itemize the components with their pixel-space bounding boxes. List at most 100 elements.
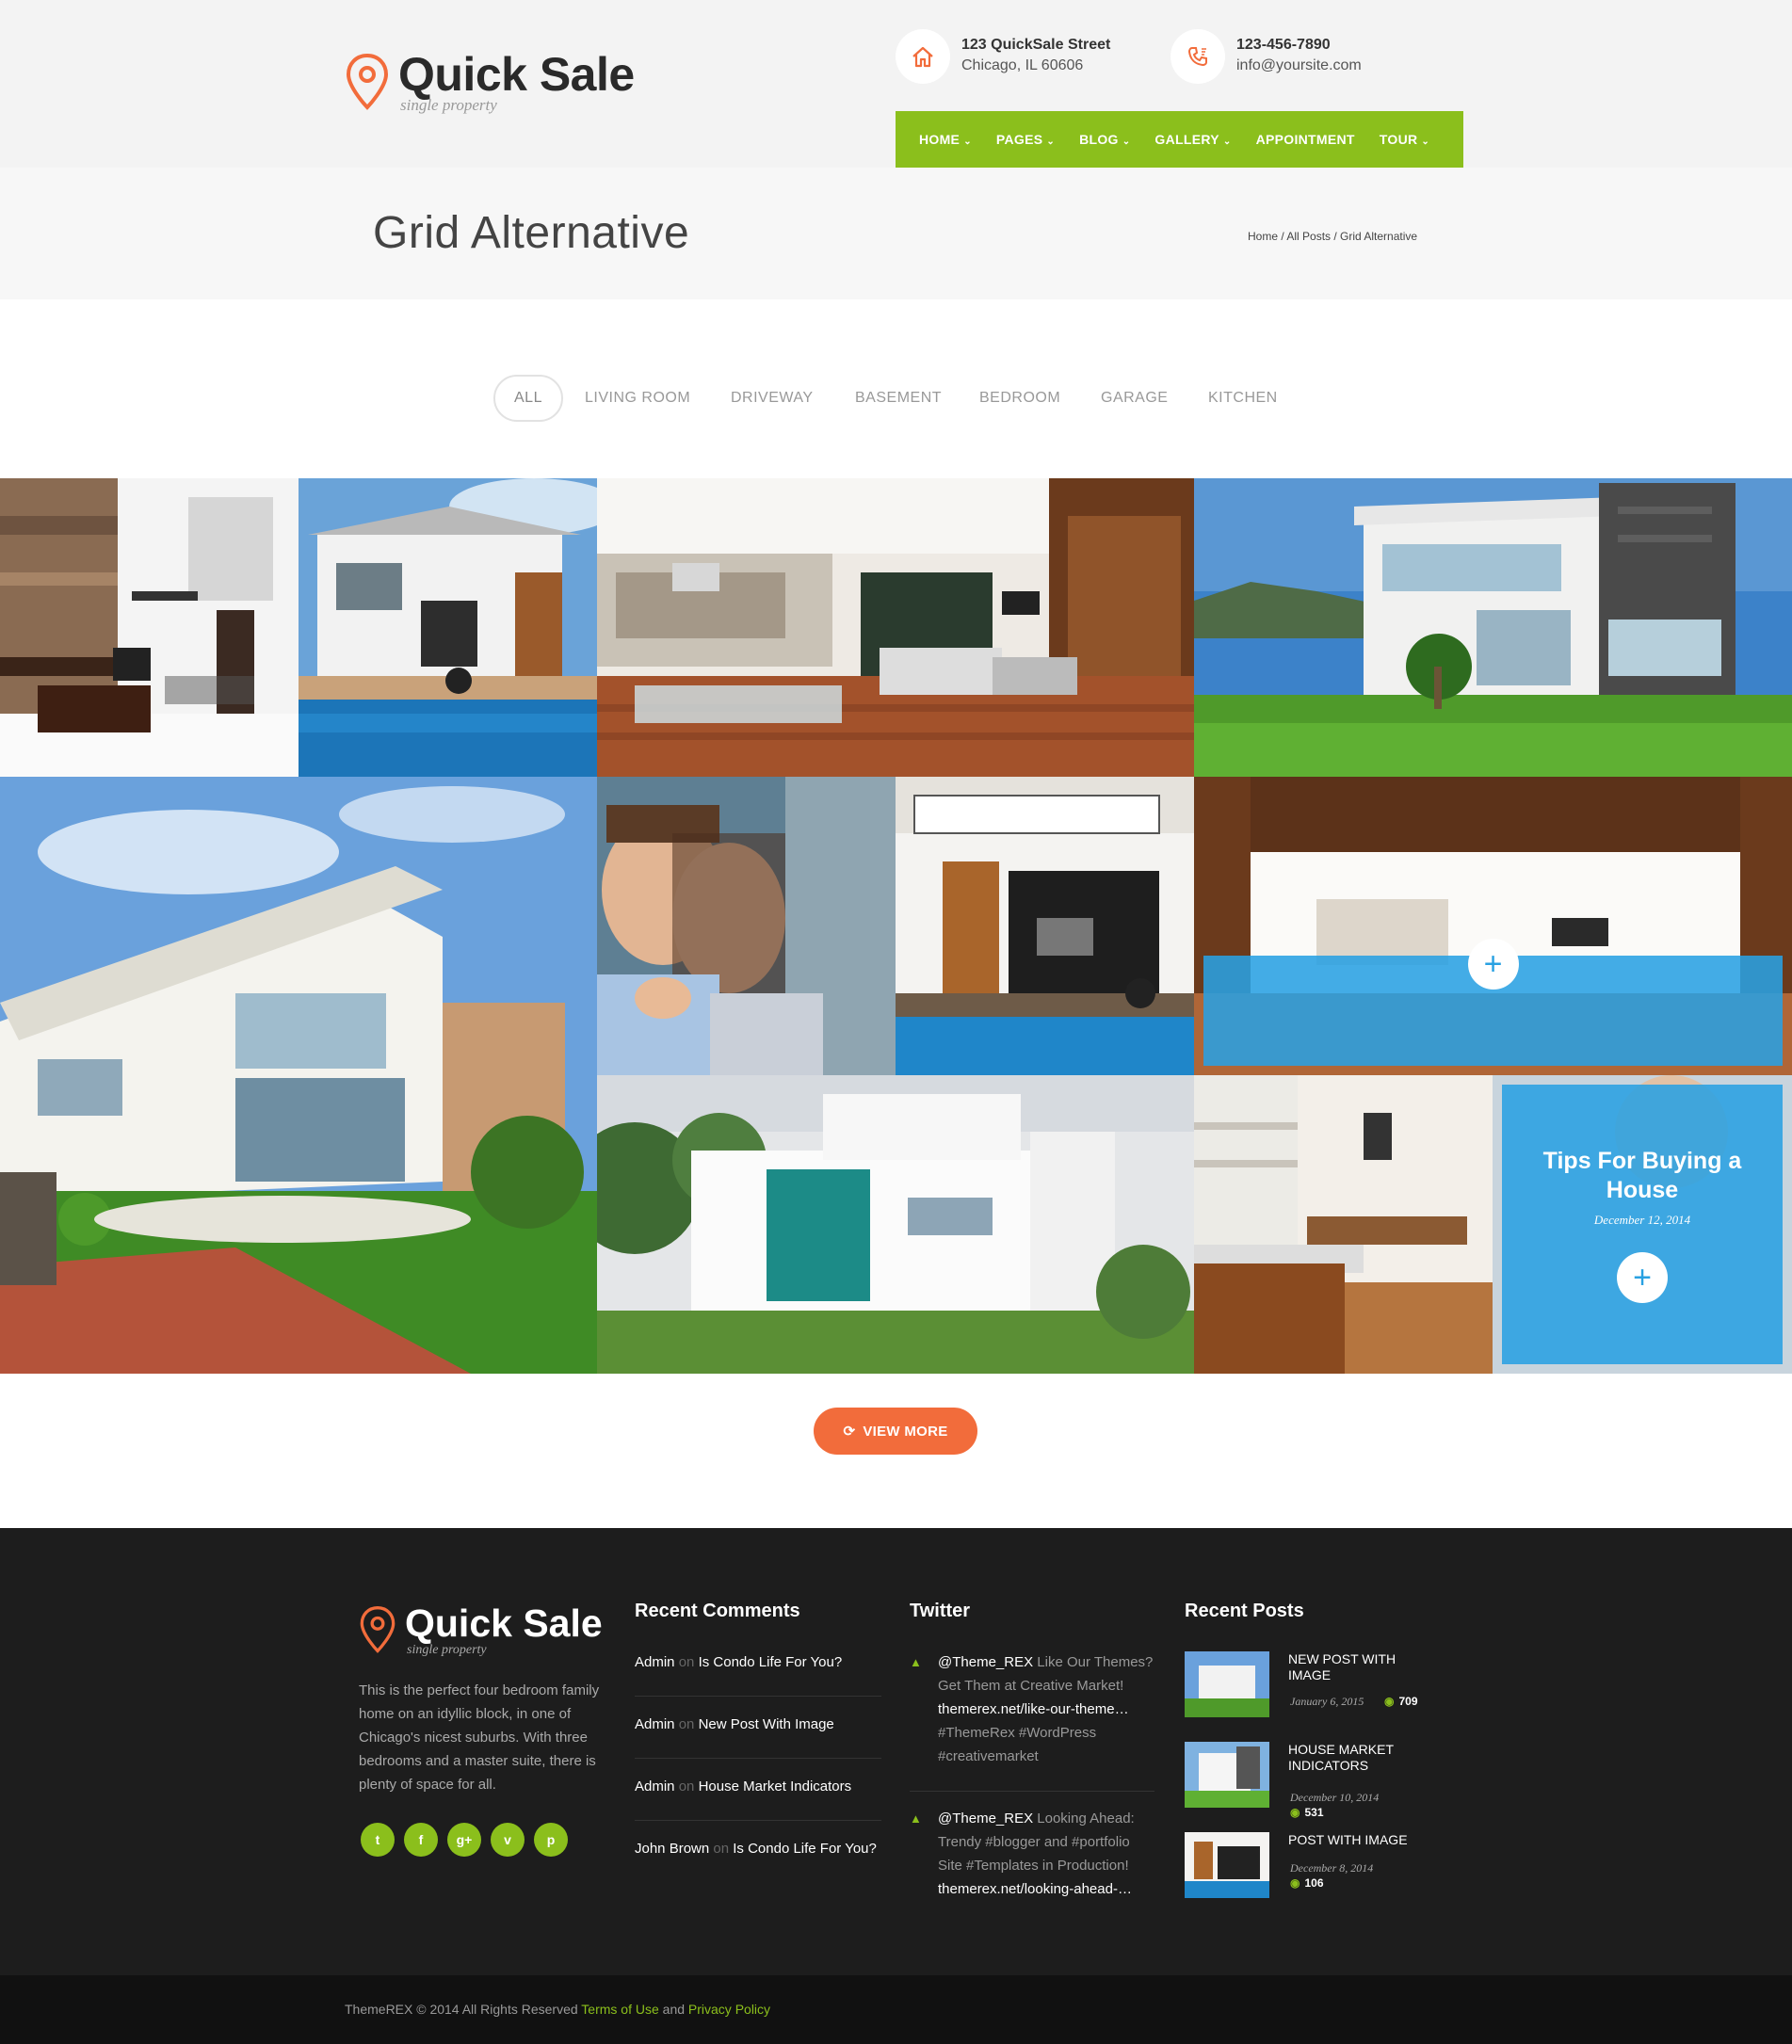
gallery-item[interactable]: [597, 478, 1194, 777]
recent-posts-heading: Recent Posts: [1185, 1601, 1304, 1621]
eye-icon: ◉: [1290, 1876, 1300, 1890]
gallery-filters: ALL LIVING ROOM DRIVEWAY BASEMENT BEDROO…: [0, 375, 1792, 422]
breadcrumb[interactable]: Home / All Posts / Grid Alternative: [1248, 230, 1417, 243]
site-logo[interactable]: Quick Sale single property: [345, 47, 646, 122]
comment-author[interactable]: Admin: [635, 1654, 675, 1670]
plus-icon[interactable]: +: [1467, 939, 1519, 990]
tweet-link[interactable]: themerex.net/like-our-theme…: [938, 1701, 1129, 1717]
comment-post-link[interactable]: House Market Indicators: [699, 1778, 852, 1795]
filter-driveway[interactable]: DRIVEWAY: [731, 375, 814, 422]
filter-living-room[interactable]: LIVING ROOM: [585, 375, 690, 422]
gallery-item-hover[interactable]: +: [1194, 777, 1792, 1075]
post-title[interactable]: POST WITH IMAGE: [1288, 1832, 1439, 1848]
gallery-item[interactable]: [1194, 1075, 1493, 1374]
filter-all[interactable]: ALL: [493, 375, 563, 422]
comment-author[interactable]: Admin: [635, 1716, 675, 1732]
email-address[interactable]: info@yoursite.com: [1236, 57, 1362, 74]
hover-overlay: +: [1203, 939, 1783, 1066]
tweet-handle[interactable]: @Theme_REX: [938, 1654, 1033, 1670]
page-title: Grid Alternative: [373, 208, 690, 258]
post-thumbnail[interactable]: [1185, 1832, 1269, 1898]
twitter-icon[interactable]: t: [361, 1823, 395, 1857]
post-thumbnail[interactable]: [1185, 1651, 1269, 1717]
copyright-bar: ThemeREX © 2014 All Rights Reserved Term…: [0, 1975, 1792, 2044]
gallery-item[interactable]: [597, 1075, 1194, 1374]
chevron-down-icon: ⌄: [1421, 137, 1430, 147]
privacy-link[interactable]: Privacy Policy: [688, 2002, 770, 2017]
vimeo-icon[interactable]: v: [491, 1823, 525, 1857]
terms-link[interactable]: Terms of Use: [581, 2002, 658, 2017]
post-views: ◉ 531: [1290, 1806, 1324, 1819]
chevron-down-icon: ⌄: [1122, 137, 1131, 147]
filter-basement[interactable]: BASEMENT: [855, 375, 942, 422]
comment-author[interactable]: Admin: [635, 1778, 675, 1795]
copyright-and: and: [662, 2002, 686, 2017]
post-title[interactable]: Tips For Buying a House: [1534, 1147, 1751, 1205]
modern-house-photo: [1194, 478, 1792, 777]
comment-on: on: [678, 1778, 695, 1795]
post-title[interactable]: HOUSE MARKET INDICATORS: [1288, 1742, 1439, 1774]
gallery-item[interactable]: [896, 777, 1194, 1075]
site-header: Quick Sale single property 123 QuickSale…: [0, 0, 1792, 168]
plus-icon[interactable]: +: [1617, 1251, 1668, 1303]
gallery-item[interactable]: [597, 777, 896, 1075]
couple-keys-photo: [597, 777, 896, 1075]
portfolio-grid: + Tips For Buying a House December 12, 2…: [0, 478, 1792, 1374]
filter-bedroom[interactable]: BEDROOM: [979, 375, 1060, 422]
comment-post-link[interactable]: Is Condo Life For You?: [733, 1841, 877, 1857]
facebook-icon[interactable]: f: [404, 1823, 438, 1857]
eye-icon: ◉: [1290, 1806, 1300, 1819]
gallery-item[interactable]: [1194, 478, 1792, 777]
nav-pages[interactable]: PAGES ⌄: [996, 132, 1055, 147]
post-title[interactable]: NEW POST WITH IMAGE: [1288, 1651, 1439, 1683]
footer-logo[interactable]: Quick Sale single property: [359, 1601, 641, 1677]
nav-tour[interactable]: TOUR ⌄: [1380, 132, 1429, 147]
recent-post[interactable]: HOUSE MARKET INDICATORS December 10, 201…: [1185, 1742, 1448, 1819]
google-plus-icon[interactable]: g+: [447, 1823, 481, 1857]
recent-post[interactable]: POST WITH IMAGE December 8, 2014 ◉ 106: [1185, 1832, 1448, 1898]
phone-icon: [1170, 29, 1225, 84]
gallery-item[interactable]: [299, 478, 597, 777]
recent-comments-heading: Recent Comments: [635, 1601, 800, 1621]
villa-exterior-photo: [0, 777, 597, 1374]
comment-item: Admin on House Market Indicators: [635, 1778, 881, 1821]
living-room-photo: [597, 478, 1194, 777]
interior-photo: [0, 478, 299, 777]
logo-title: Quick Sale: [398, 48, 635, 101]
site-footer: Quick Sale single property This is the p…: [0, 1528, 1792, 1975]
gallery-item[interactable]: [0, 777, 597, 1374]
comment-on: on: [678, 1716, 695, 1732]
nav-blog[interactable]: BLOG ⌄: [1079, 132, 1130, 147]
comment-author[interactable]: John Brown: [635, 1841, 709, 1857]
nav-gallery[interactable]: GALLERY ⌄: [1154, 132, 1231, 147]
tweet-handle[interactable]: @Theme_REX: [938, 1811, 1033, 1827]
comment-post-link[interactable]: New Post With Image: [699, 1716, 834, 1732]
pinterest-icon[interactable]: p: [534, 1823, 568, 1857]
address-line2: Chicago, IL 60606: [961, 57, 1084, 73]
logo-tagline: single property: [400, 96, 497, 114]
footer-logo-title: Quick Sale: [405, 1601, 603, 1645]
view-more-button[interactable]: ⟳ VIEW MORE: [814, 1408, 977, 1455]
comment-post-link[interactable]: Is Condo Life For You?: [699, 1654, 843, 1670]
copyright-notice: ThemeREX © 2014 All Rights Reserved: [345, 2002, 578, 2017]
filter-garage[interactable]: GARAGE: [1101, 375, 1168, 422]
featured-post-tile[interactable]: Tips For Buying a House December 12, 201…: [1493, 1075, 1792, 1374]
gallery-item[interactable]: [0, 478, 299, 777]
post-thumbnail[interactable]: [1185, 1742, 1269, 1808]
filter-kitchen[interactable]: KITCHEN: [1208, 375, 1278, 422]
post-views: ◉ 709: [1384, 1695, 1418, 1708]
recent-post[interactable]: NEW POST WITH IMAGE January 6, 2015 ◉ 709: [1185, 1651, 1448, 1717]
tweet-tags: #ThemeRex #WordPress #creativemarket: [938, 1725, 1097, 1764]
nav-home[interactable]: HOME ⌄: [919, 132, 972, 147]
post-date: December 10, 2014: [1290, 1791, 1380, 1804]
tweet-link[interactable]: themerex.net/looking-ahead-…: [938, 1881, 1132, 1897]
home-icon: [896, 29, 950, 84]
comment-item: Admin on New Post With Image: [635, 1716, 881, 1759]
post-date: January 6, 2015: [1290, 1695, 1364, 1708]
phone-number[interactable]: 123-456-7890: [1236, 37, 1331, 54]
page-title-bar: Grid Alternative Home / All Posts / Grid…: [0, 168, 1792, 299]
post-views: ◉ 106: [1290, 1876, 1324, 1890]
kitchen-photo: [1194, 1075, 1493, 1374]
nav-appointment[interactable]: APPOINTMENT: [1256, 132, 1355, 147]
post-date: December 8, 2014: [1290, 1861, 1374, 1875]
